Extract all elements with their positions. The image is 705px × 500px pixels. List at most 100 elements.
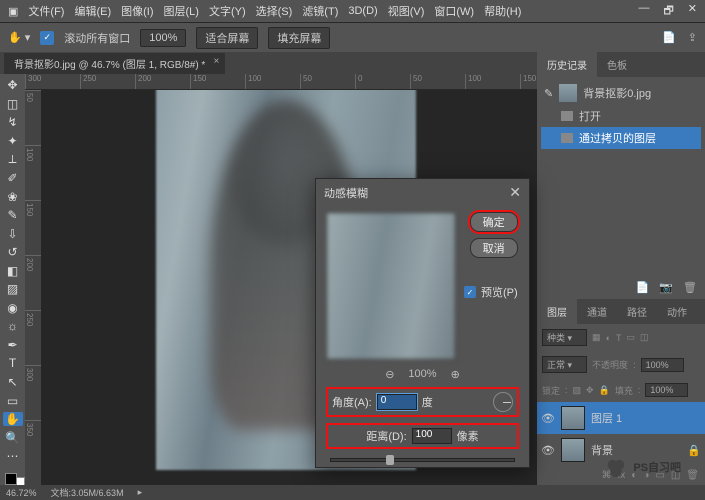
menu-file[interactable]: 文件(F) <box>28 3 64 19</box>
distance-label: 距离(D): <box>366 428 406 444</box>
history-panel: ✎ 背景抠影0.jpg 打开 通过拷贝的图层 <box>537 77 705 153</box>
close-icon[interactable]: ✕ <box>688 2 697 21</box>
cancel-button[interactable]: 取消 <box>470 238 518 258</box>
distance-input[interactable]: 100 <box>412 428 452 444</box>
angle-input[interactable]: 0 <box>377 394 417 410</box>
lock-pixels-icon[interactable]: ▨ <box>573 385 582 396</box>
angle-unit: 度 <box>422 394 433 410</box>
eyedropper-tool[interactable]: ✐ <box>3 171 23 186</box>
new-snapshot-icon[interactable]: 📄 <box>636 281 650 294</box>
preview-label: 预览(P) <box>481 284 518 300</box>
scroll-all-checkbox[interactable]: ✓ <box>40 31 54 45</box>
status-bar: 46.72% 文档:3.05M/6.63M ▸ <box>0 485 705 500</box>
menu-select[interactable]: 选择(S) <box>256 3 293 19</box>
magic-wand-tool[interactable]: ✦ <box>3 134 23 149</box>
visibility-icon[interactable]: 👁 <box>541 412 555 425</box>
open-icon <box>561 111 573 121</box>
zoom-100-button[interactable]: 100% <box>140 29 186 47</box>
filter-type-icon[interactable]: T <box>616 333 622 343</box>
menu-edit[interactable]: 编辑(E) <box>74 3 111 19</box>
menu-filter[interactable]: 滤镜(T) <box>302 3 338 19</box>
delete-layer-icon[interactable]: 🗑 <box>686 470 699 481</box>
filter-adjust-icon[interactable]: ◐ <box>606 333 611 343</box>
marquee-tool[interactable]: ◫ <box>3 97 23 112</box>
close-tab-icon[interactable]: × <box>213 56 219 67</box>
menu-type[interactable]: 文字(Y) <box>209 3 246 19</box>
preview-checkbox[interactable]: ✓ <box>464 286 476 298</box>
fit-screen-button[interactable]: 适合屏幕 <box>196 27 258 49</box>
layer-name: 图层 1 <box>591 410 622 426</box>
menu-window[interactable]: 窗口(W) <box>434 3 474 19</box>
tab-paths[interactable]: 路径 <box>617 299 657 324</box>
lasso-tool[interactable]: ↯ <box>3 115 23 130</box>
shape-tool[interactable]: ▭ <box>3 393 23 408</box>
zoom-tool[interactable]: 🔍 <box>3 430 23 445</box>
menu-3d[interactable]: 3D(D) <box>348 5 377 17</box>
color-picker[interactable] <box>5 473 21 485</box>
history-label: 通过拷贝的图层 <box>579 130 656 146</box>
tab-channels[interactable]: 通道 <box>577 299 617 324</box>
layer-item-1[interactable]: 👁 图层 1 <box>537 402 705 434</box>
crop-tool[interactable]: ⟂ <box>3 152 23 167</box>
lock-all-icon[interactable]: 🔒 <box>599 385 610 396</box>
dialog-close-icon[interactable]: ✕ <box>509 184 521 201</box>
pen-tool[interactable]: ✒ <box>3 338 23 353</box>
gradient-tool[interactable]: ▨ <box>3 282 23 297</box>
eraser-tool[interactable]: ◧ <box>3 264 23 279</box>
path-tool[interactable]: ↖ <box>3 375 23 390</box>
fill-input[interactable]: 100% <box>645 383 688 397</box>
layer-kind-select[interactable]: 种类 ▾ <box>542 329 587 346</box>
trash-icon[interactable]: 🗑 <box>683 281 697 294</box>
status-arrow-icon[interactable]: ▸ <box>138 487 143 498</box>
angle-label: 角度(A): <box>332 394 372 410</box>
ok-button[interactable]: 确定 <box>470 212 518 232</box>
filter-pixel-icon[interactable]: ▦ <box>592 332 601 343</box>
restore-icon[interactable]: 🗗 <box>663 2 673 21</box>
preview-thumb <box>326 212 456 360</box>
snapshot-thumb <box>559 84 577 102</box>
zoom-out-icon[interactable]: ⊖ <box>385 368 394 381</box>
status-zoom[interactable]: 46.72% <box>6 488 37 498</box>
tab-history[interactable]: 历史记录 <box>537 52 597 77</box>
dodge-tool[interactable]: ☼ <box>3 319 23 334</box>
brush-tool[interactable]: ✎ <box>3 208 23 223</box>
healing-tool[interactable]: ❀ <box>3 190 23 205</box>
menu-image[interactable]: 图像(I) <box>121 3 153 19</box>
filter-smart-icon[interactable]: ◫ <box>640 332 649 343</box>
zoom-in-icon[interactable]: ⊕ <box>451 368 460 381</box>
history-snapshot[interactable]: ✎ 背景抠影0.jpg <box>541 81 701 105</box>
history-item-copy-layer[interactable]: 通过拷贝的图层 <box>541 127 701 149</box>
tab-actions[interactable]: 动作 <box>657 299 697 324</box>
brush-icon: ✎ <box>544 87 553 100</box>
share-icon[interactable]: ⇪ <box>688 31 697 44</box>
lock-position-icon[interactable]: ✥ <box>586 385 594 396</box>
filter-shape-icon[interactable]: ▭ <box>627 332 636 343</box>
menu-view[interactable]: 视图(V) <box>388 3 425 19</box>
blur-tool[interactable]: ◉ <box>3 301 23 316</box>
menu-layer[interactable]: 图层(L) <box>164 3 199 19</box>
document-tab[interactable]: 背景抠影0.jpg @ 46.7% (图层 1, RGB/8#) * × <box>4 53 225 74</box>
file-icon[interactable]: 📄 <box>662 31 676 44</box>
status-docinfo: 文档:3.05M/6.63M <box>51 486 124 499</box>
fill-screen-button[interactable]: 填充屏幕 <box>268 27 330 49</box>
tab-layers[interactable]: 图层 <box>537 299 577 324</box>
menu-help[interactable]: 帮助(H) <box>484 3 521 19</box>
opacity-label: 不透明度 <box>592 358 628 371</box>
visibility-icon[interactable]: 👁 <box>541 444 555 457</box>
foreground-color[interactable] <box>5 473 17 485</box>
stamp-tool[interactable]: ⇩ <box>3 227 23 242</box>
history-item-open[interactable]: 打开 <box>541 105 701 127</box>
minimize-icon[interactable]: — <box>638 2 649 21</box>
move-tool[interactable]: ✥ <box>3 78 23 93</box>
opacity-input[interactable]: 100% <box>641 358 684 372</box>
blend-mode-select[interactable]: 正常 ▾ <box>542 356 587 373</box>
type-tool[interactable]: T <box>3 356 23 371</box>
more-tools[interactable]: ⋯ <box>3 449 23 464</box>
angle-dial[interactable] <box>493 392 513 412</box>
distance-slider[interactable] <box>330 458 515 462</box>
tab-swatches[interactable]: 色板 <box>597 52 637 77</box>
history-brush-tool[interactable]: ↺ <box>3 245 23 260</box>
hand-tool[interactable]: ✋ <box>3 412 23 427</box>
camera-icon[interactable]: 📷 <box>659 281 673 294</box>
document-tab-title: 背景抠影0.jpg @ 46.7% (图层 1, RGB/8#) * <box>14 60 205 71</box>
